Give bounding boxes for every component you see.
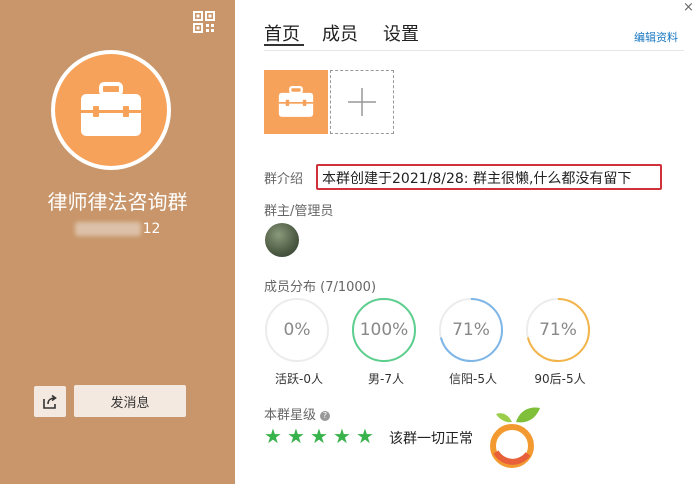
album-photo[interactable]	[264, 70, 328, 134]
rating-label-text: 本群星级	[264, 408, 317, 423]
add-photo-button[interactable]	[330, 70, 394, 134]
help-icon[interactable]: ?	[320, 410, 331, 421]
dist-percent: 71%	[452, 320, 490, 340]
star-rating: ★ ★ ★ ★ ★	[264, 426, 379, 446]
qr-code-icon[interactable]	[193, 11, 215, 33]
dist-percent: 100%	[359, 320, 409, 340]
send-message-button[interactable]: 发消息	[74, 385, 186, 417]
tabs-divider	[264, 50, 684, 51]
distribution-label: 成员分布 (7/1000)	[264, 280, 377, 295]
star-icon: ★	[264, 424, 282, 448]
close-icon[interactable]: ×	[683, 0, 693, 15]
group-intro-text: 本群创建于2021/8/28: 群主很懒,什么都没有留下	[322, 171, 632, 187]
share-button[interactable]	[34, 386, 66, 417]
star-icon: ★	[310, 424, 328, 448]
edit-profile-link[interactable]: 编辑资料	[634, 29, 678, 45]
group-id-suffix: 12	[142, 221, 161, 237]
dist-label: 男-7人	[368, 372, 404, 386]
intro-label: 群介绍	[264, 172, 304, 187]
tab-settings[interactable]: 设置	[383, 20, 419, 46]
dist-male: 100% 男-7人	[352, 298, 420, 386]
group-name: 律师律法咨询群	[47, 190, 188, 214]
rating-status: 该群一切正常	[389, 431, 473, 447]
dist-ring: 71%	[439, 298, 503, 362]
dist-ring: 0%	[265, 298, 329, 362]
dist-ring: 71%	[526, 298, 590, 362]
star-icon: ★	[287, 424, 305, 448]
star-icon: ★	[333, 424, 351, 448]
admin-avatar[interactable]	[265, 223, 299, 257]
tab-home[interactable]: 首页	[264, 20, 300, 46]
redacted-id	[74, 222, 141, 236]
tab-members[interactable]: 成员	[322, 20, 358, 46]
dist-label: 活跃-0人	[275, 372, 323, 386]
dist-label: 信阳-5人	[449, 372, 497, 386]
group-avatar[interactable]	[51, 50, 171, 170]
dist-city: 71% 信阳-5人	[439, 298, 507, 386]
dist-active: 0% 活跃-0人	[265, 298, 333, 386]
dist-label: 90后-5人	[534, 372, 586, 386]
star-icon: ★	[356, 424, 374, 448]
dist-age: 71% 90后-5人	[526, 298, 594, 386]
group-profile-panel: 律师律法咨询群 12 发消息	[0, 0, 235, 484]
share-icon	[43, 394, 57, 409]
briefcase-icon	[55, 54, 167, 166]
active-tab-indicator	[264, 44, 304, 46]
plus-icon	[348, 88, 376, 116]
orange-fruit-logo	[486, 404, 544, 470]
dist-percent: 0%	[283, 320, 311, 340]
rating-label: 本群星级?	[264, 404, 331, 423]
admins-label: 群主/管理员	[264, 204, 334, 219]
briefcase-icon	[278, 86, 314, 117]
group-id: 12	[0, 221, 235, 237]
group-intro-highlight: 本群创建于2021/8/28: 群主很懒,什么都没有留下	[316, 164, 662, 190]
dist-percent: 71%	[539, 320, 577, 340]
dist-ring: 100%	[352, 298, 416, 362]
